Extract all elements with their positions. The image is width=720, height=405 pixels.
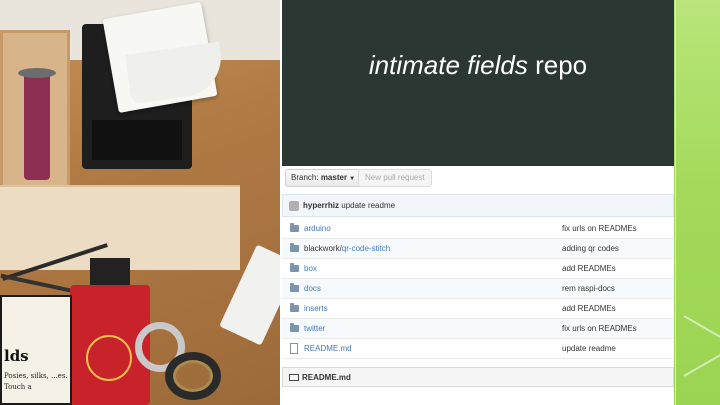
caret-down-icon: ▼: [349, 176, 356, 182]
commit-summary: hyperrhiz update readme: [303, 201, 395, 210]
file-row: twitter fix urls on READMEs: [282, 319, 674, 339]
slide-decoration: [674, 0, 720, 405]
new-pull-request-button[interactable]: New pull request: [358, 169, 432, 187]
commit-message-link[interactable]: add READMEs: [562, 264, 616, 273]
file-row: box add READMEs: [282, 259, 674, 279]
avatar[interactable]: [289, 201, 299, 211]
file-name-link[interactable]: blackwork/qr-code-stitch: [304, 244, 390, 253]
folder-icon: [290, 243, 299, 252]
file-name-link[interactable]: box: [304, 264, 317, 273]
slide-header: intimate fields repo: [282, 0, 674, 166]
folder-icon: [290, 303, 299, 312]
branch-label: Branch:: [291, 173, 319, 182]
commit-message-link[interactable]: fix urls on READMEs: [562, 224, 637, 233]
file-row: docs rem raspi-docs: [282, 279, 674, 299]
slide-title-rest: repo: [535, 50, 588, 80]
branch-name: master: [320, 173, 348, 182]
commit-message-link[interactable]: update readme: [562, 344, 616, 353]
repo-screenshot: Branch: master ▼ New pull request hyperrh…: [282, 166, 674, 405]
file-name-link[interactable]: inserts: [304, 304, 328, 313]
commit-author[interactable]: hyperrhiz: [303, 201, 339, 210]
folder-icon: [290, 263, 299, 272]
file-row: inserts add READMEs: [282, 299, 674, 319]
commit-message-link[interactable]: fix urls on READMEs: [562, 324, 637, 333]
readme-header: README.md: [282, 367, 674, 387]
file-name-link[interactable]: README.md: [304, 344, 352, 353]
decoration-line: [675, 0, 676, 405]
file-row: arduino fix urls on READMEs: [282, 219, 674, 239]
commit-message-link[interactable]: add READMEs: [562, 304, 616, 313]
commit-message[interactable]: update readme: [341, 201, 395, 210]
file-name-link[interactable]: docs: [304, 284, 321, 293]
latest-commit-bar: hyperrhiz update readme: [282, 194, 674, 217]
file-row: README.md update readme: [282, 339, 674, 359]
file-name-suffix: qr-code-stitch: [341, 244, 391, 253]
file-list: arduino fix urls on READMEs blackwork/qr…: [282, 219, 674, 359]
info-card: lds Posies, silks, ...es. Touch a: [0, 295, 72, 405]
file-row: blackwork/qr-code-stitch adding qr codes: [282, 239, 674, 259]
repo-toolbar: Branch: master ▼ New pull request: [282, 166, 674, 192]
info-card-text: Posies, silks, ...es. Touch a: [4, 372, 68, 391]
cable: [0, 273, 80, 295]
slide-title-italic: intimate fields: [368, 50, 528, 80]
readme-title: README.md: [302, 373, 351, 382]
slide-title: intimate fields repo: [282, 50, 674, 81]
file-icon: [290, 343, 298, 354]
black-ring: [165, 352, 221, 400]
pin-header: [90, 258, 130, 286]
info-card-title: lds: [4, 347, 29, 365]
folder-icon: [290, 323, 299, 332]
folder-icon: [290, 223, 299, 232]
project-photo: lds Posies, silks, ...es. Touch a: [0, 0, 280, 405]
rfid-antenna: [86, 335, 132, 381]
file-name-link[interactable]: arduino: [304, 224, 331, 233]
spool-cap: [18, 68, 56, 78]
file-name-prefix: blackwork/: [304, 244, 342, 253]
printer-slot: [92, 120, 182, 160]
branch-select-button[interactable]: Branch: master ▼: [285, 169, 362, 187]
book-icon: [289, 374, 299, 381]
file-name-link[interactable]: twitter: [304, 324, 325, 333]
commit-message-link[interactable]: rem raspi-docs: [562, 284, 615, 293]
commit-message-link[interactable]: adding qr codes: [562, 244, 619, 253]
folder-icon: [290, 283, 299, 292]
thread-spool: [24, 70, 50, 180]
